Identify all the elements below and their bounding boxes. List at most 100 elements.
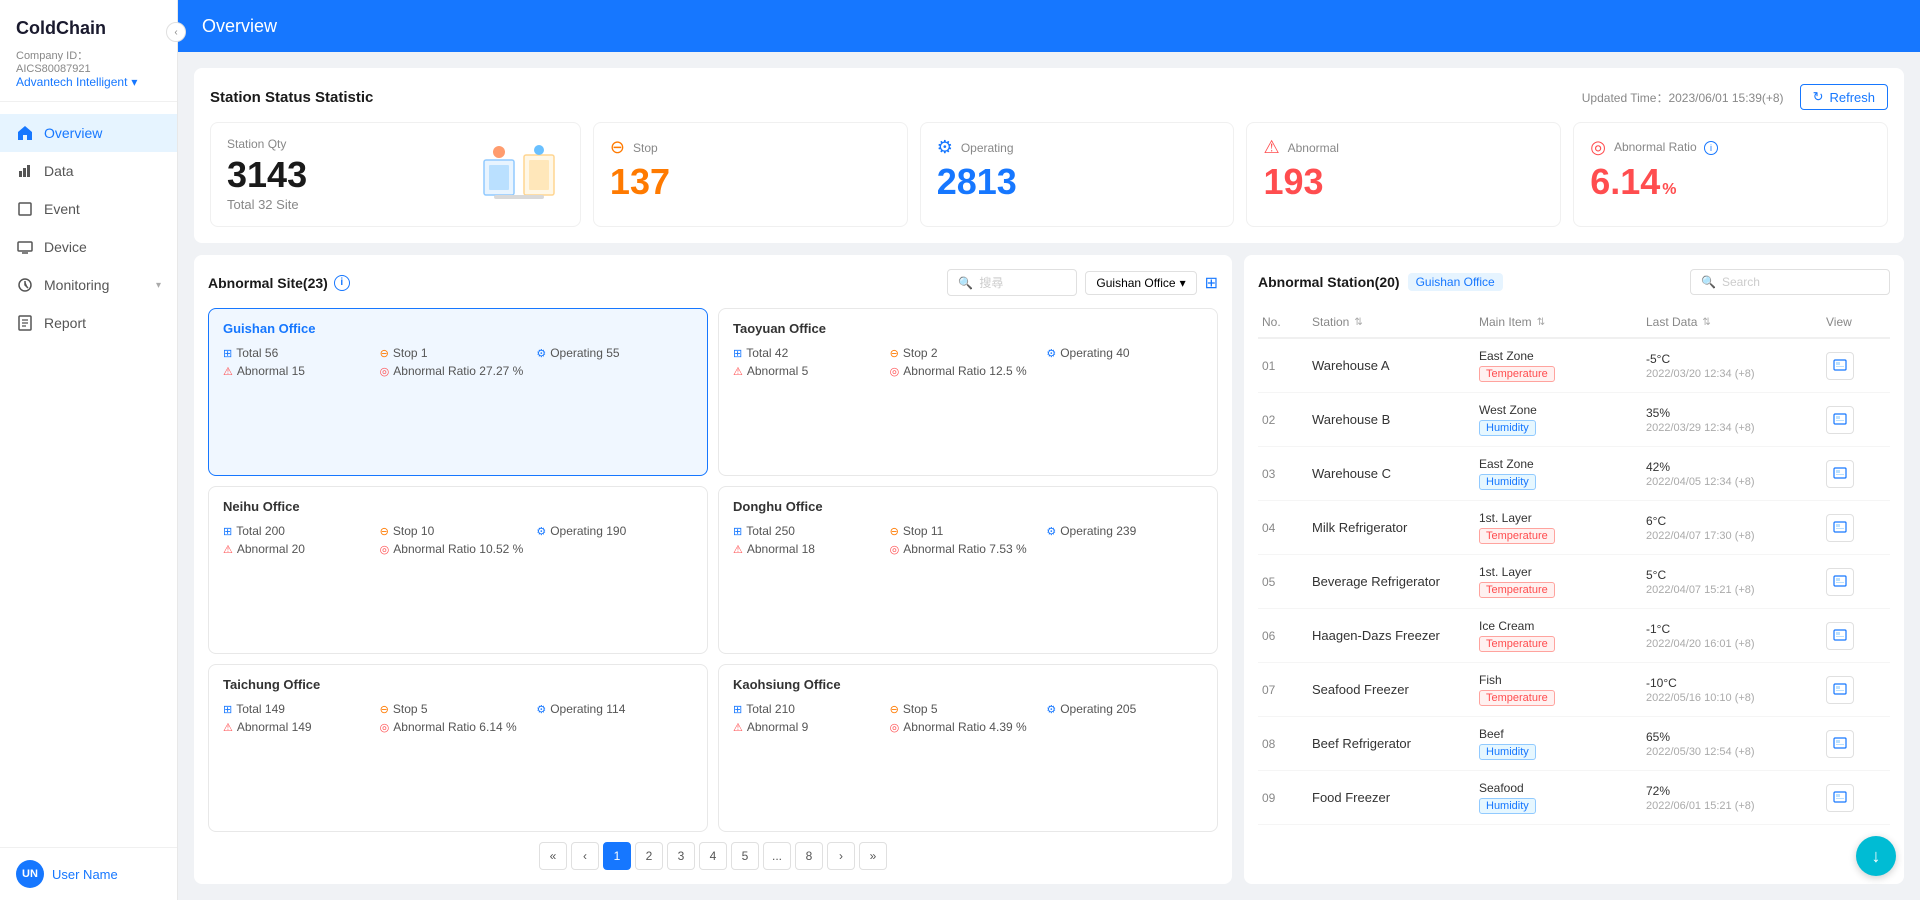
- pagination-page-4[interactable]: 4: [699, 842, 727, 870]
- info-icon[interactable]: i: [1704, 141, 1718, 155]
- view-button[interactable]: [1826, 730, 1854, 758]
- abnormal-icon: ⚠: [223, 543, 233, 556]
- sidebar-collapse-button[interactable]: ‹: [166, 22, 186, 42]
- abnormal-site-header: Abnormal Site(23) i 🔍 搜尋 Guishan Office …: [208, 269, 1218, 296]
- sidebar-nav: Overview Data Event Device Monitoring: [0, 102, 177, 847]
- office-card-title: Guishan Office: [223, 321, 693, 336]
- station-search-box[interactable]: 🔍 Search: [1690, 269, 1890, 295]
- abnormal-site-title: Abnormal Site(23) i: [208, 275, 350, 291]
- info-icon[interactable]: i: [334, 275, 350, 291]
- company-name[interactable]: Advantech Intelligent ▾: [16, 75, 161, 89]
- company-id: Company ID：AICS80087921: [16, 47, 161, 75]
- stat-total: ⊞ Total 56: [223, 346, 380, 360]
- stop-icon: ⊖: [380, 525, 389, 538]
- office-card-3[interactable]: Donghu Office ⊞ Total 250 ⊖ Stop 11 ⚙ Op…: [718, 486, 1218, 654]
- row-station: Seafood Freezer: [1312, 682, 1479, 697]
- stat-value-ratio: 6.14: [1590, 164, 1660, 200]
- col-no: No.: [1262, 315, 1312, 329]
- office-filter-select[interactable]: Guishan Office ▾: [1085, 271, 1196, 295]
- view-button[interactable]: [1826, 460, 1854, 488]
- row-last-data: 42% 2022/04/05 12:34 (+8): [1646, 460, 1826, 488]
- operating-icon: ⚙: [536, 525, 546, 538]
- pagination-page-1[interactable]: 1: [603, 842, 631, 870]
- stat-ratio: ◎ Abnormal Ratio 12.5 %: [890, 364, 1047, 378]
- grid-icon: ⊞: [223, 347, 232, 360]
- view-button[interactable]: [1826, 568, 1854, 596]
- sort-data-icon[interactable]: ⇅: [1702, 317, 1710, 328]
- sidebar-item-device[interactable]: Device: [0, 228, 177, 266]
- pagination-first[interactable]: «: [539, 842, 567, 870]
- filter-icon[interactable]: ⊞: [1205, 273, 1218, 293]
- row-main-item: Fish Temperature: [1479, 673, 1646, 706]
- pagination-page-8[interactable]: 8: [795, 842, 823, 870]
- office-card-0[interactable]: Guishan Office ⊞ Total 56 ⊖ Stop 1 ⚙ Ope…: [208, 308, 708, 476]
- table-row: 04 Milk Refrigerator 1st. Layer Temperat…: [1258, 501, 1890, 555]
- stat-label-ratio: Abnormal Ratio i: [1614, 140, 1718, 155]
- pagination-page-3[interactable]: 3: [667, 842, 695, 870]
- stat-card-qty: Station Qty 3143 Total 32 Site: [210, 122, 581, 227]
- monitoring-icon: [16, 276, 34, 294]
- view-button[interactable]: [1826, 352, 1854, 380]
- stat-stop: ⊖ Stop 5: [380, 702, 537, 716]
- stat-sub-qty: Total 32 Site: [227, 197, 307, 212]
- row-station: Warehouse C: [1312, 466, 1479, 481]
- app-logo: ColdChain: [16, 18, 161, 39]
- username[interactable]: User Name: [52, 867, 118, 882]
- view-button[interactable]: [1826, 406, 1854, 434]
- site-search-box[interactable]: 🔍 搜尋: [947, 269, 1077, 296]
- abnormal-icon: ⚠: [223, 721, 233, 734]
- table-row: 01 Warehouse A East Zone Temperature -5°…: [1258, 339, 1890, 393]
- row-view: [1826, 676, 1886, 704]
- refresh-button[interactable]: ↻ Refresh: [1800, 84, 1888, 110]
- stat-value-qty: 3143: [227, 157, 307, 193]
- pagination: « ‹ 1 2 3 4 5 ... 8 › »: [208, 842, 1218, 870]
- sort-item-icon[interactable]: ⇅: [1537, 317, 1545, 328]
- office-card-2[interactable]: Neihu Office ⊞ Total 200 ⊖ Stop 10 ⚙ Ope…: [208, 486, 708, 654]
- pagination-next[interactable]: ›: [827, 842, 855, 870]
- row-main-item: 1st. Layer Temperature: [1479, 565, 1646, 598]
- stat-stop: ⊖ Stop 10: [380, 524, 537, 538]
- sort-station-icon[interactable]: ⇅: [1354, 317, 1362, 328]
- view-button[interactable]: [1826, 622, 1854, 650]
- table-row: 09 Food Freezer Seafood Humidity 72% 202…: [1258, 771, 1890, 825]
- table-row: 02 Warehouse B West Zone Humidity 35% 20…: [1258, 393, 1890, 447]
- view-button[interactable]: [1826, 676, 1854, 704]
- topbar: Overview: [178, 0, 1920, 52]
- avatar: UN: [16, 860, 44, 888]
- sidebar-item-data[interactable]: Data: [0, 152, 177, 190]
- stat-value-stop: 137: [610, 164, 891, 200]
- office-card-5[interactable]: Kaohsiung Office ⊞ Total 210 ⊖ Stop 5 ⚙ …: [718, 664, 1218, 832]
- sidebar-item-label: Report: [44, 315, 86, 331]
- sidebar-item-overview[interactable]: Overview: [0, 114, 177, 152]
- download-button[interactable]: ↓: [1856, 836, 1896, 876]
- ratio-unit: %: [1662, 181, 1676, 199]
- operating-icon: ⚙: [536, 703, 546, 716]
- chevron-down-icon: ▾: [1180, 276, 1186, 290]
- pagination-last[interactable]: »: [859, 842, 887, 870]
- view-button[interactable]: [1826, 514, 1854, 542]
- stat-abnormal: ⚠ Abnormal 5: [733, 364, 890, 378]
- sidebar-item-report[interactable]: Report: [0, 304, 177, 342]
- station-panel-header: Abnormal Station(20) Guishan Office 🔍 Se…: [1258, 269, 1890, 295]
- row-no: 02: [1262, 413, 1312, 427]
- row-no: 08: [1262, 737, 1312, 751]
- grid-icon: ⊞: [223, 525, 232, 538]
- stat-stop: ⊖ Stop 11: [890, 524, 1047, 538]
- pagination-page-2[interactable]: 2: [635, 842, 663, 870]
- row-station: Haagen-Dazs Freezer: [1312, 628, 1479, 643]
- section-title: Station Status Statistic: [210, 89, 373, 106]
- stat-total: ⊞ Total 149: [223, 702, 380, 716]
- row-main-item: 1st. Layer Temperature: [1479, 511, 1646, 544]
- row-last-data: 5°C 2022/04/07 15:21 (+8): [1646, 568, 1826, 596]
- office-card-1[interactable]: Taoyuan Office ⊞ Total 42 ⊖ Stop 2 ⚙ Ope…: [718, 308, 1218, 476]
- sidebar-item-event[interactable]: Event: [0, 190, 177, 228]
- row-station: Food Freezer: [1312, 790, 1479, 805]
- pagination-prev[interactable]: ‹: [571, 842, 599, 870]
- pagination-page-5[interactable]: 5: [731, 842, 759, 870]
- row-view: [1826, 730, 1886, 758]
- row-no: 03: [1262, 467, 1312, 481]
- view-button[interactable]: [1826, 784, 1854, 812]
- office-card-4[interactable]: Taichung Office ⊞ Total 149 ⊖ Stop 5 ⚙ O…: [208, 664, 708, 832]
- station-panel-title: Abnormal Station(20) Guishan Office: [1258, 273, 1503, 291]
- sidebar-item-monitoring[interactable]: Monitoring ▾: [0, 266, 177, 304]
